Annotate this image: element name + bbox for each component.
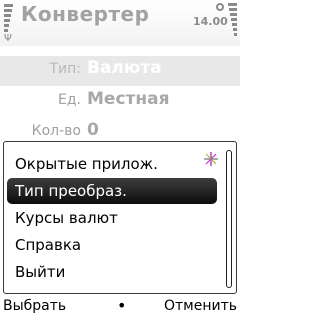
middle-softkey[interactable]: •	[117, 296, 126, 315]
amount-label: Кол-во	[31, 123, 81, 139]
clock: 14.00	[193, 15, 228, 28]
battery-icon	[228, 3, 237, 41]
sparkle-icon	[204, 152, 218, 166]
select-softkey[interactable]: Выбрать	[3, 298, 66, 314]
menu-item-exit[interactable]: Выйти	[7, 259, 217, 285]
unit-label: Ед.	[58, 92, 81, 108]
unit-field[interactable]: Ед. Местная	[0, 87, 240, 117]
menu-item-open-apps[interactable]: Окрытые прилож.	[7, 151, 217, 177]
menu-item-help[interactable]: Справка	[7, 232, 217, 258]
options-menu: Окрытые прилож. Тип преобраз. Курсы валю…	[3, 141, 237, 294]
type-field[interactable]: Тип: Валюта	[0, 56, 240, 86]
amount-value: 0	[87, 120, 99, 140]
title-bar: Ψ Конвертер 14.00	[0, 0, 240, 46]
type-value: Валюта	[87, 58, 162, 78]
menu-item-exchange-rates[interactable]: Курсы валют	[7, 205, 217, 231]
app-title: Конвертер	[21, 2, 150, 26]
type-label: Тип:	[49, 61, 81, 77]
sim-status-icon	[216, 3, 224, 11]
antenna-icon: Ψ	[4, 33, 12, 44]
menu-item-conversion-type[interactable]: Тип преобраз.	[7, 178, 217, 204]
unit-value: Местная	[87, 89, 170, 109]
menu-scrollbar[interactable]	[226, 150, 232, 288]
cancel-softkey[interactable]: Отменить	[164, 298, 237, 314]
softkey-bar: Выбрать • Отменить	[0, 296, 240, 320]
